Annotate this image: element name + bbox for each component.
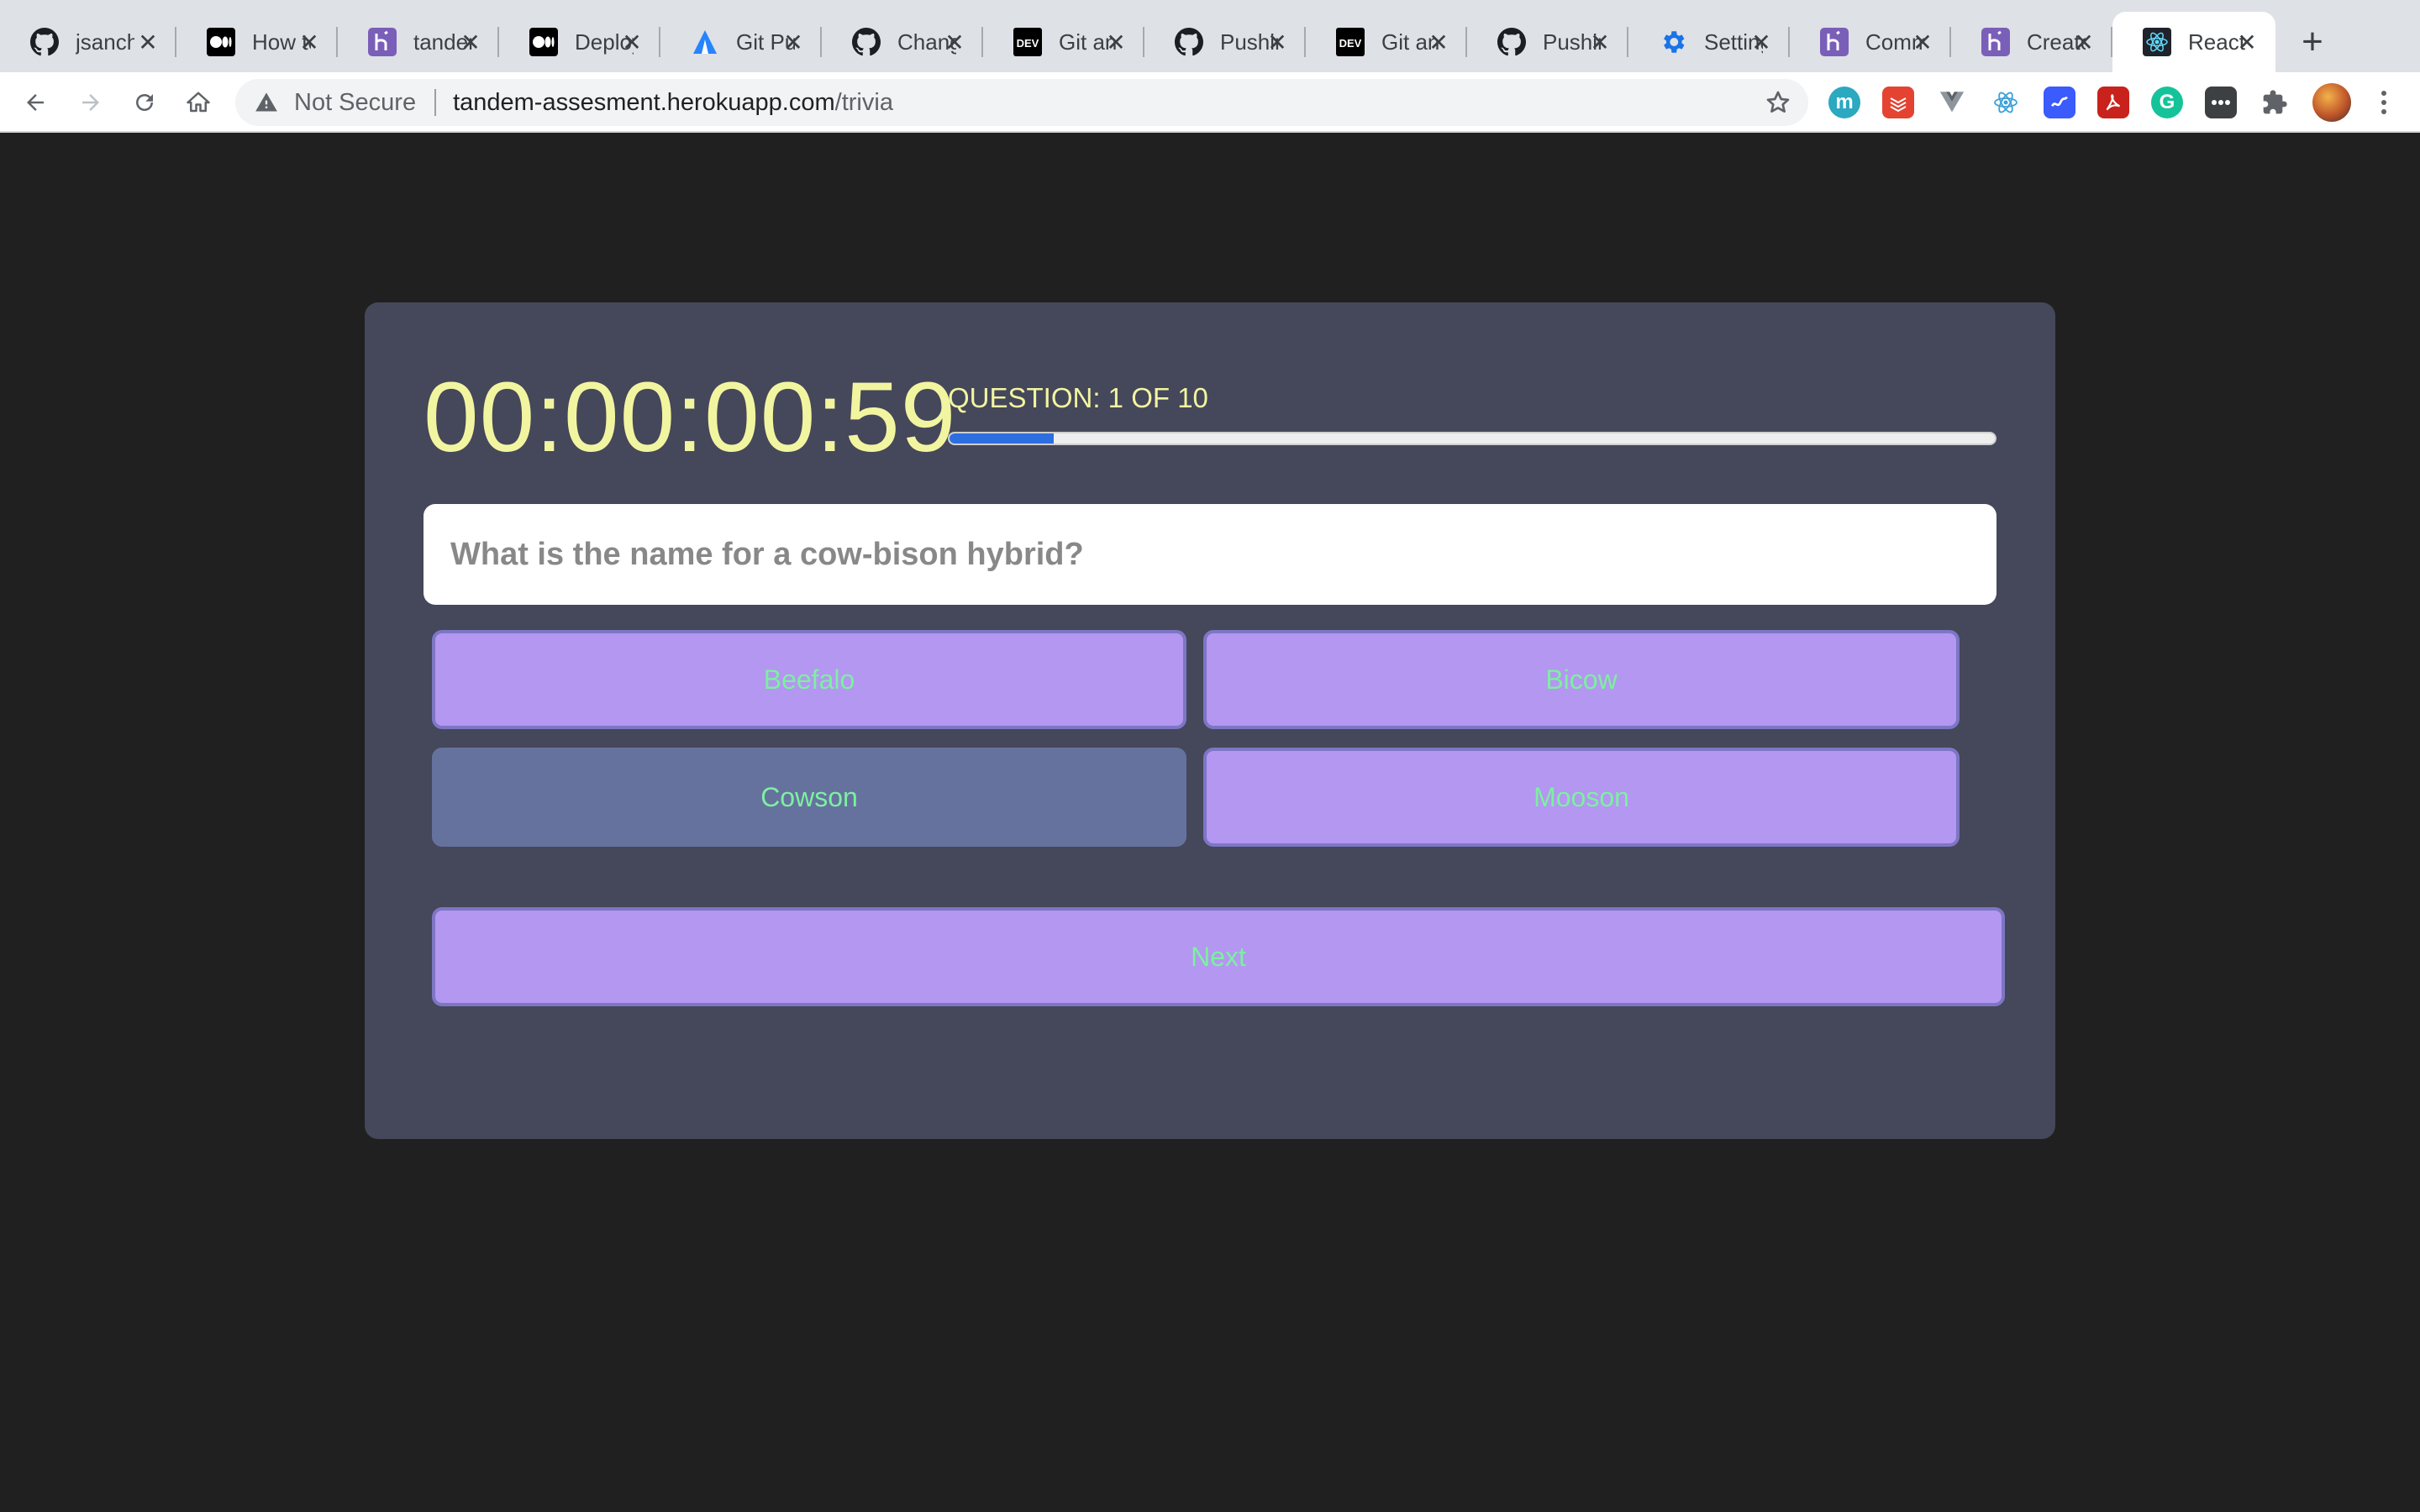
forward-button[interactable] [71,82,111,123]
close-tab-icon[interactable]: ✕ [618,29,645,55]
browser-tab[interactable]: Git Push ✕ [660,12,822,72]
todoist-extension-icon[interactable] [1882,87,1914,118]
browser-tab[interactable]: DEV Git and ✕ [983,12,1144,72]
browser-tab[interactable]: tandem ✕ [338,12,499,72]
security-label[interactable]: Not Secure [294,89,416,117]
close-tab-icon[interactable]: ✕ [1102,29,1129,55]
answer-button[interactable]: Bicow [1203,630,1960,729]
browser-tab[interactable]: Comm ✕ [1790,12,1951,72]
question-text: What is the name for a cow-bison hybrid? [424,504,1996,605]
svg-text:DEV: DEV [1339,37,1362,50]
svg-text:DEV: DEV [1017,37,1039,50]
close-tab-icon[interactable]: ✕ [1909,29,1936,55]
progress-bar-fill [950,433,1055,444]
tab-title: jsanchez [76,29,134,55]
browser-tab[interactable]: Deploy ✕ [499,12,660,72]
close-tab-icon[interactable]: ✕ [2233,29,2260,55]
answer-button[interactable]: Mooson [1203,748,1960,847]
close-tab-icon[interactable]: ✕ [1748,29,1775,55]
home-button[interactable] [178,82,218,123]
progress-bar [948,432,1996,445]
github-icon [1175,28,1203,56]
browser-menu-icon[interactable] [2368,87,2400,118]
react-devtools-extension-icon[interactable] [1990,87,2022,118]
tab-strip: jsanchez ✕ How to ✕ tandem ✕ Deploy ✕ Gi… [0,0,2420,72]
react-icon [2143,28,2171,56]
url-host: tandem-assesment.herokuapp.com [453,88,835,116]
address-bar[interactable]: Not Secure tandem-assesment.herokuapp.co… [235,79,1808,126]
browser-tab[interactable]: How to ✕ [176,12,338,72]
heroku-icon [1820,28,1849,56]
close-tab-icon[interactable]: ✕ [2070,29,2097,55]
next-button[interactable]: Next [432,907,2005,1006]
atlassian-icon [691,28,719,56]
vue-devtools-extension-icon[interactable] [1936,87,1968,118]
question-counter: QUESTION: 1 OF 10 [948,382,1208,413]
home-icon [187,92,210,113]
browser-tab-active[interactable]: React ✕ [2112,12,2275,72]
reload-button[interactable] [124,82,165,123]
heroku-icon [368,28,397,56]
dev-icon: DEV [1336,28,1365,56]
pipe-extension-icon[interactable] [2044,87,2075,118]
close-tab-icon[interactable]: ✕ [134,29,161,55]
close-tab-icon[interactable]: ✕ [1425,29,1452,55]
heroku-icon [1981,28,2010,56]
m-extension-icon[interactable]: m [1828,87,1860,118]
close-tab-icon[interactable]: ✕ [296,29,323,55]
url-text[interactable]: tandem-assesment.herokuapp.com/trivia [453,89,893,117]
browser-tab[interactable]: Change ✕ [822,12,983,72]
browser-tab[interactable]: jsanchez ✕ [0,12,176,72]
forward-arrow-icon [82,94,99,111]
reload-icon [136,94,153,111]
close-tab-icon[interactable]: ✕ [941,29,968,55]
grammarly-extension-icon[interactable]: G [2151,87,2183,118]
github-icon [1497,28,1526,56]
browser-tab[interactable]: Pushing ✕ [1144,12,1306,72]
browser-tab[interactable]: DEV Git and ✕ [1306,12,1467,72]
profile-avatar[interactable] [2312,83,2351,122]
more-extension-icon[interactable] [2205,87,2237,118]
url-path: /trivia [834,88,893,116]
new-tab-button[interactable]: + [2292,22,2333,62]
browser-tab[interactable]: Settings ✕ [1628,12,1790,72]
countdown-timer: 00:00:00:59 [424,362,957,473]
close-tab-icon[interactable]: ✕ [1264,29,1291,55]
gear-icon [1659,28,1687,56]
acrobat-extension-icon[interactable] [2097,87,2129,118]
bookmark-star-icon[interactable] [1765,89,1791,116]
close-tab-icon[interactable]: ✕ [1586,29,1613,55]
back-arrow-icon [27,94,44,111]
dev-icon: DEV [1013,28,1042,56]
close-tab-icon[interactable]: ✕ [780,29,807,55]
warning-triangle-icon [254,90,279,115]
medium-icon [207,28,235,56]
medium-icon [529,28,558,56]
extensions-puzzle-icon[interactable] [2259,87,2291,118]
answer-button[interactable]: Beefalo [432,630,1186,729]
address-divider [434,89,437,116]
browser-tab[interactable]: Create ✕ [1951,12,2112,72]
close-tab-icon[interactable]: ✕ [457,29,484,55]
github-icon [852,28,881,56]
browser-tab[interactable]: Pushing ✕ [1467,12,1628,72]
back-button[interactable] [15,82,55,123]
github-icon [30,28,59,56]
answer-button[interactable]: Cowson [432,748,1186,847]
